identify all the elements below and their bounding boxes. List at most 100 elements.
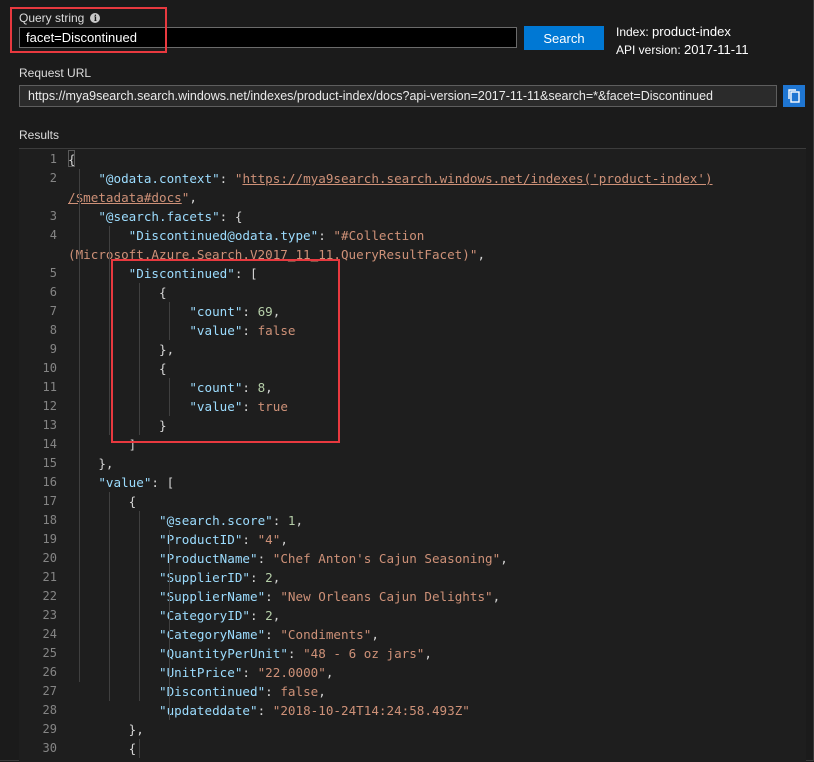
code-token: {	[68, 285, 167, 300]
code-token: /$metadata#docs	[68, 190, 182, 205]
code-line: "SupplierID": 2,	[68, 568, 280, 587]
line-number: 18	[42, 513, 57, 527]
code-token: :	[287, 646, 304, 661]
line-number: 20	[42, 551, 57, 565]
code-token: ,	[318, 684, 326, 699]
code-token: :	[242, 380, 258, 395]
code-token: "count"	[189, 380, 243, 395]
code-token: :	[272, 513, 288, 528]
indent-guide	[169, 530, 170, 720]
code-token: :	[250, 570, 266, 585]
indent-guide	[79, 169, 80, 682]
line-number: 8	[49, 323, 57, 337]
line-number	[19, 245, 57, 264]
code-token: :	[265, 589, 281, 604]
code-token: ,	[477, 247, 486, 262]
request-url-field[interactable]: https://mya9search.search.windows.net/in…	[19, 85, 777, 107]
line-number: 1	[49, 152, 57, 166]
code-token: "QuantityPerUnit"	[159, 646, 288, 661]
code-token: :	[219, 171, 235, 186]
line-number: 27	[42, 684, 57, 698]
indent-guide	[169, 302, 170, 340]
code-line: "value": [	[68, 473, 174, 492]
code-line: "@search.facets": {	[68, 207, 242, 226]
code-line: {	[68, 283, 167, 302]
code-token: "@search.facets"	[98, 209, 220, 224]
code-token: 1	[287, 513, 296, 528]
request-url-label: Request URL	[19, 66, 92, 80]
code-token: :	[318, 228, 334, 243]
code-line: "value": false	[68, 321, 295, 340]
code-token: "UnitPrice"	[159, 665, 243, 680]
code-token: ,	[424, 646, 432, 661]
code-token: 2	[265, 608, 273, 623]
code-token: "CategoryName"	[159, 627, 266, 642]
code-token: "New Orleans Cajun Delights"	[280, 589, 493, 604]
copy-url-button[interactable]	[783, 85, 805, 107]
code-line: "value": true	[68, 397, 288, 416]
code-token: 2	[265, 570, 273, 585]
api-version-value: 2017-11-11	[684, 42, 749, 57]
line-number: 3	[49, 209, 57, 223]
api-version-label: API version:	[616, 43, 681, 57]
code-token: "SupplierName"	[159, 589, 266, 604]
code-line: (Microsoft.Azure.Search.V2017_11_11.Quer…	[68, 245, 485, 264]
index-label: Index:	[616, 25, 649, 39]
code-token: "Chef Anton's Cajun Seasoning"	[272, 551, 501, 566]
code-line: /$metadata#docs",	[68, 188, 197, 207]
line-number: 6	[49, 285, 57, 299]
code-token: },	[68, 722, 144, 737]
query-string-input[interactable]	[19, 27, 517, 48]
code-line: "CategoryName": "Condiments",	[68, 625, 379, 644]
info-icon[interactable]: i	[90, 13, 101, 23]
code-line: {	[68, 359, 167, 378]
line-number: 2	[49, 171, 57, 185]
code-token: ,	[265, 380, 273, 395]
copy-icon	[788, 89, 800, 103]
code-line: "@search.score": 1,	[68, 511, 303, 530]
code-line: },	[68, 454, 114, 473]
line-number: 17	[42, 494, 57, 508]
indent-guide	[139, 511, 140, 701]
code-token: "CategoryID"	[159, 608, 250, 623]
line-number: 4	[49, 228, 57, 242]
query-string-label-text: Query string	[19, 11, 85, 25]
code-token: ,	[500, 551, 508, 566]
code-token: "4"	[257, 532, 281, 547]
line-number: 15	[42, 456, 57, 470]
code-line: },	[68, 340, 174, 359]
code-line: "QuantityPerUnit": "48 - 6 oz jars",	[68, 644, 432, 663]
search-button[interactable]: Search	[524, 26, 604, 50]
code-token: :	[250, 608, 266, 623]
code-token: ,	[272, 304, 281, 319]
code-token: "2018-10-24T14:24:58.493Z"	[272, 703, 470, 718]
code-token: :	[242, 399, 258, 414]
results-editor[interactable]: { "@odata.context": "https://mya9search.…	[19, 148, 806, 762]
code-token: "22.0000"	[257, 665, 326, 680]
code-token: },	[68, 456, 114, 471]
code-token: :	[257, 551, 273, 566]
code-line: {	[68, 739, 137, 758]
line-number: 14	[42, 437, 57, 451]
code-token: (Microsoft.Azure.Search.V2017_11_11.Quer…	[68, 247, 478, 262]
indent-guide	[139, 739, 140, 758]
indent-guide	[139, 283, 140, 435]
code-token: "Discontinued"	[159, 684, 266, 699]
code-line: },	[68, 720, 144, 739]
code-token: "ProductID"	[159, 532, 243, 547]
code-token: "48 - 6 oz jars"	[303, 646, 425, 661]
code-line: "ProductName": "Chef Anton's Cajun Seaso…	[68, 549, 508, 568]
code-line: "Discontinued@odata.type": "#Collection	[68, 226, 425, 245]
line-number: 19	[42, 532, 57, 546]
bracket-match-indicator	[68, 150, 75, 167]
